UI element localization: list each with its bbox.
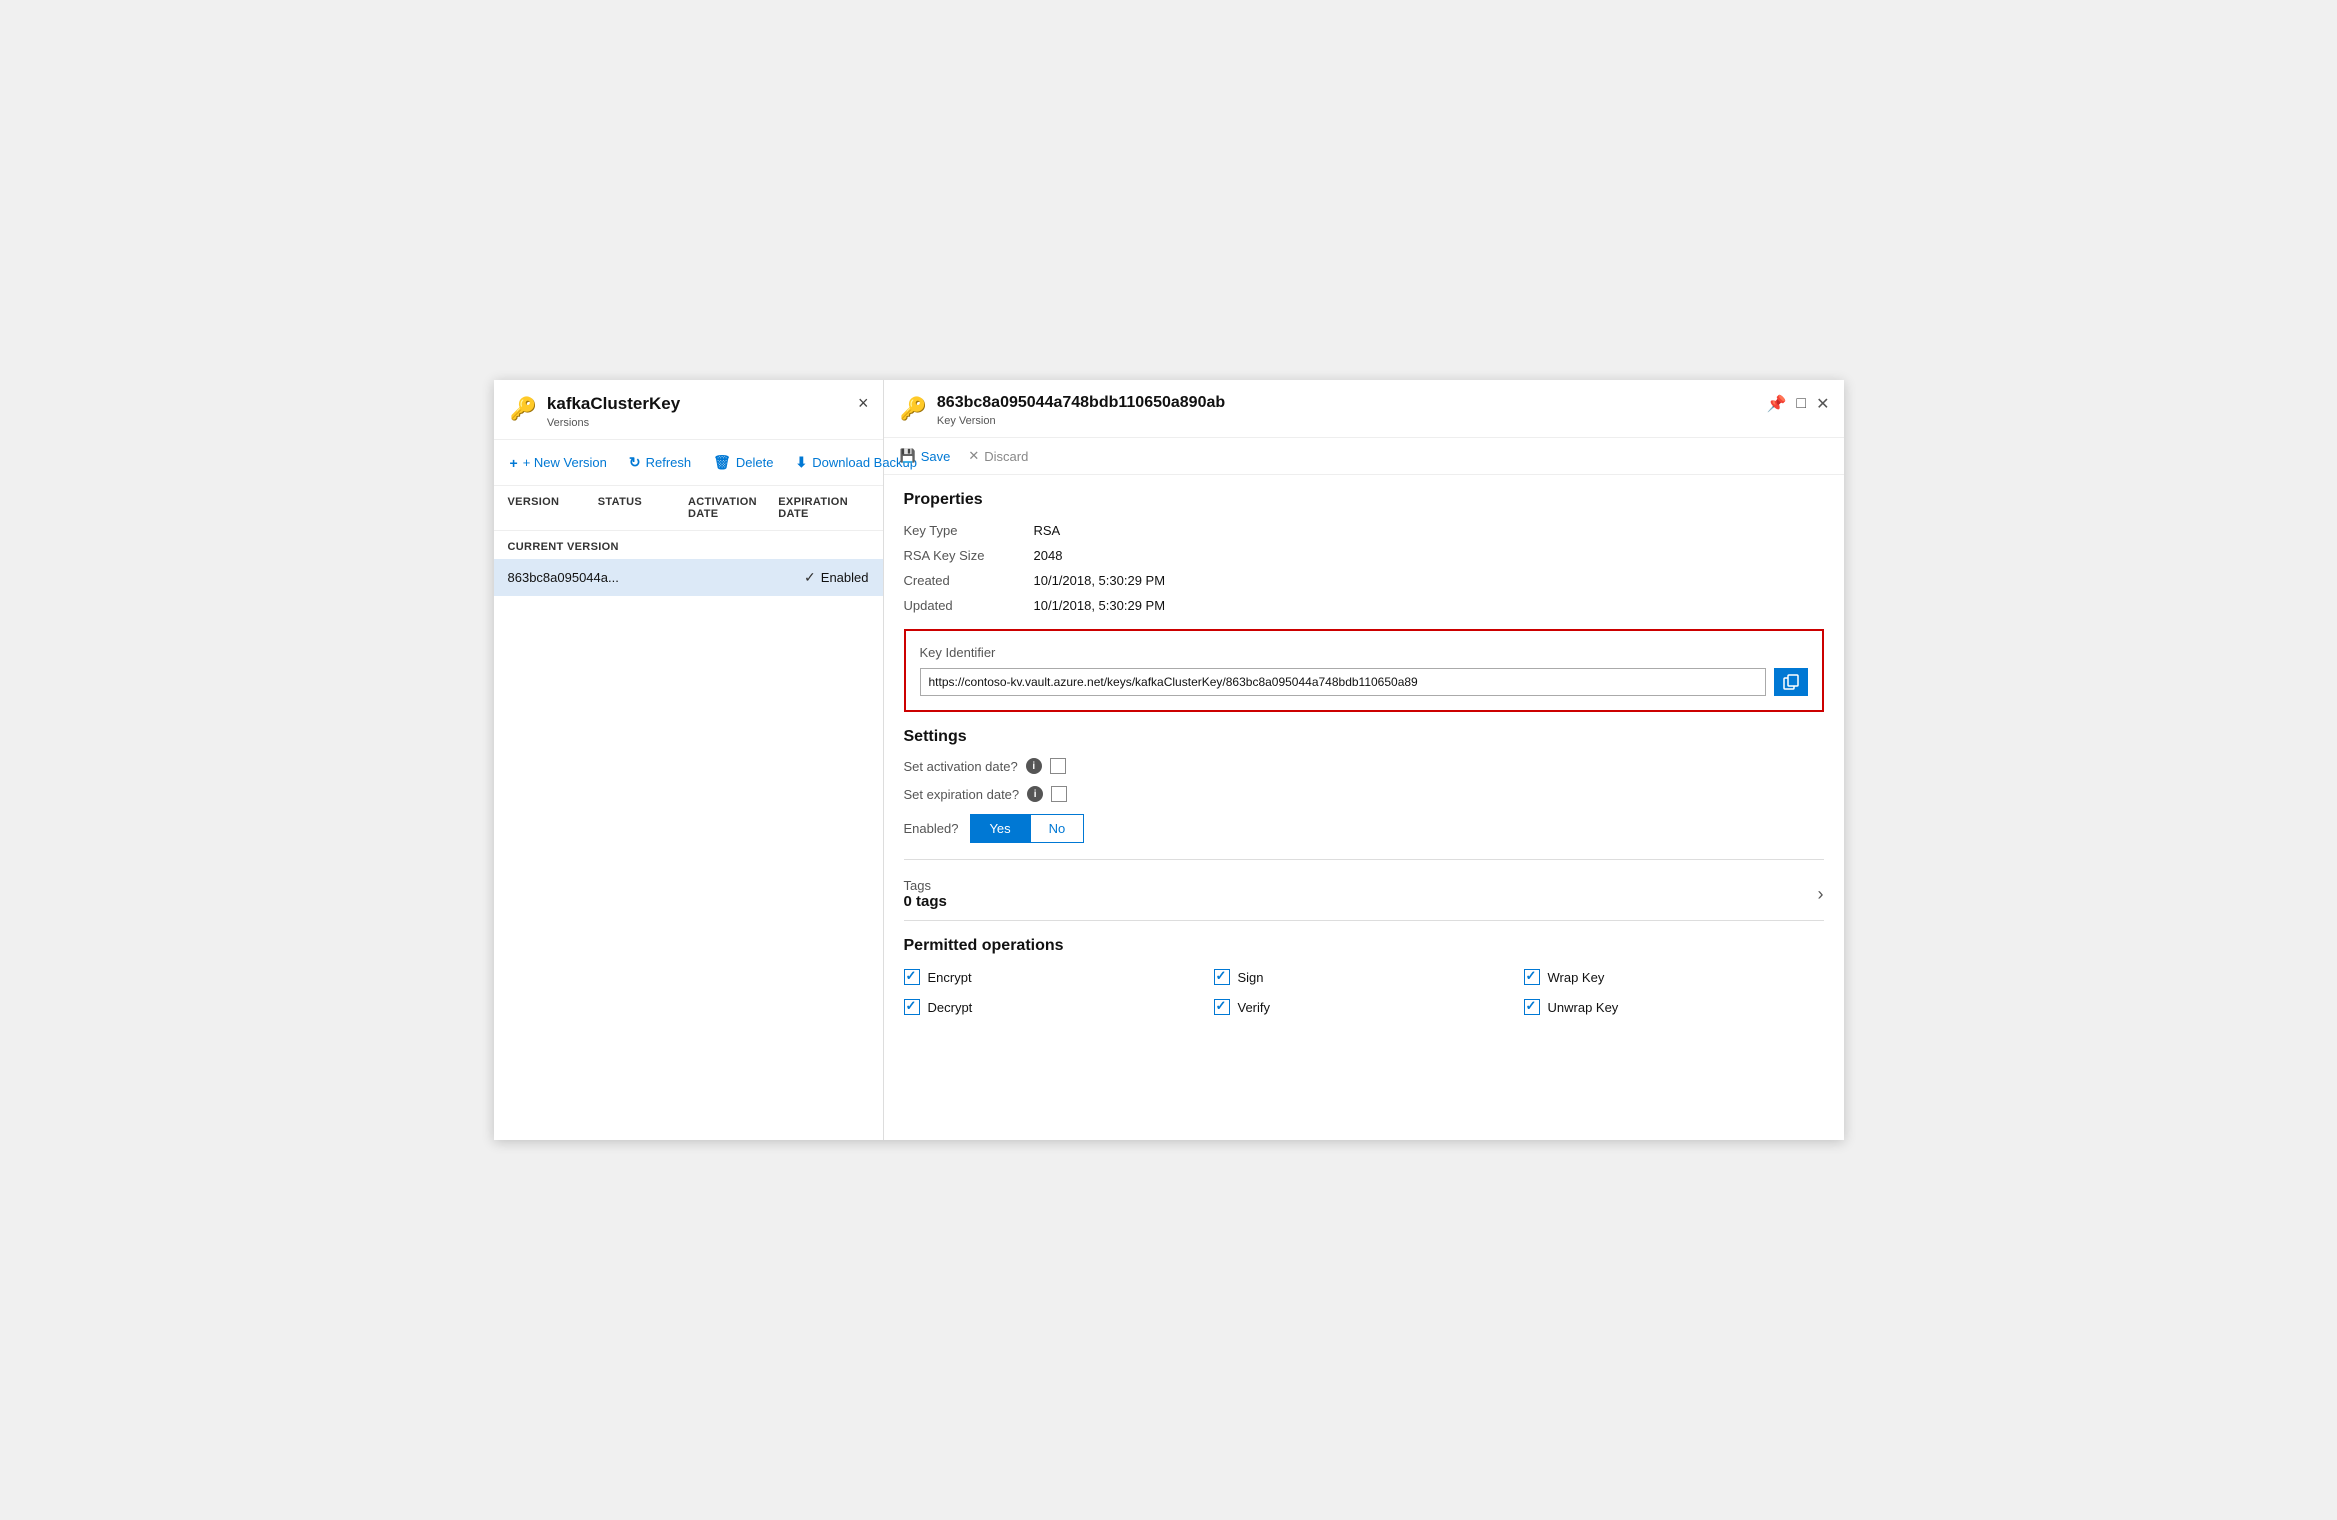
col-activation: ACTIVATION DATE <box>688 496 778 520</box>
divider-1 <box>904 859 1824 860</box>
key-icon-left: 🔑 <box>510 396 537 422</box>
tags-row[interactable]: Tags 0 tags › <box>904 868 1824 921</box>
new-version-button[interactable]: + + New Version <box>508 451 609 475</box>
discard-button[interactable]: ✕ Discard <box>968 448 1028 464</box>
checkmark-icon: ✓ <box>804 569 816 586</box>
copy-icon <box>1783 674 1799 690</box>
encrypt-checkbox[interactable] <box>904 969 920 985</box>
right-panel-subtitle: Key Version <box>937 415 996 427</box>
content-area: Properties Key Type RSA RSA Key Size 204… <box>884 475 1844 1140</box>
expiration-info-icon: i <box>1027 786 1043 802</box>
copy-button[interactable] <box>1774 668 1808 696</box>
wrap-key-checkbox[interactable] <box>1524 969 1540 985</box>
tags-count: 0 tags <box>904 893 947 910</box>
pin-button[interactable]: 📌 <box>1767 394 1787 414</box>
delete-button[interactable]: 🗑 Delete <box>711 450 775 475</box>
verify-label: Verify <box>1238 1000 1271 1015</box>
key-identifier-input[interactable] <box>920 668 1766 696</box>
activation-date-checkbox[interactable] <box>1050 758 1066 774</box>
key-version-status: ✓ Enabled <box>804 569 868 586</box>
expiration-date-checkbox[interactable] <box>1051 786 1067 802</box>
activation-date-row: Set activation date? i <box>904 758 1824 774</box>
download-icon: ⬇ <box>796 454 808 471</box>
sign-label: Sign <box>1238 970 1264 985</box>
op-sign: Sign <box>1214 969 1514 985</box>
key-version-row[interactable]: 863bc8a095044a... ✓ Enabled <box>494 559 883 596</box>
col-expiration: EXPIRATION DATE <box>778 496 868 520</box>
right-toolbar: 💾 Save ✕ Discard <box>884 438 1844 475</box>
key-identifier-input-row <box>920 668 1808 696</box>
maximize-button[interactable]: □ <box>1796 395 1806 413</box>
right-header-actions: 📌 □ ✕ <box>1767 394 1830 414</box>
prop-key-type: Key Type RSA <box>904 523 1824 538</box>
refresh-icon: ↻ <box>629 454 641 471</box>
tags-label: Tags <box>904 878 947 893</box>
unwrap-key-label: Unwrap Key <box>1548 1000 1619 1015</box>
left-toolbar: + + New Version ↻ Refresh 🗑 Delete ⬇ Dow… <box>494 440 883 486</box>
right-panel-close-button[interactable]: ✕ <box>1816 394 1829 414</box>
table-header: VERSION STATUS ACTIVATION DATE EXPIRATIO… <box>494 486 883 531</box>
op-unwrap-key: Unwrap Key <box>1524 999 1824 1015</box>
prop-rsa-key-size: RSA Key Size 2048 <box>904 548 1824 563</box>
enabled-toggle-group: Yes No <box>970 814 1084 843</box>
op-verify: Verify <box>1214 999 1514 1015</box>
prop-updated: Updated 10/1/2018, 5:30:29 PM <box>904 598 1824 613</box>
current-version-label: CURRENT VERSION <box>494 531 883 557</box>
permitted-ops-grid: Encrypt Sign Wrap Key Decrypt Verify <box>904 969 1824 1015</box>
sign-checkbox[interactable] <box>1214 969 1230 985</box>
decrypt-checkbox[interactable] <box>904 999 920 1015</box>
no-button[interactable]: No <box>1030 814 1085 843</box>
plus-icon: + <box>510 455 518 471</box>
op-wrap-key: Wrap Key <box>1524 969 1824 985</box>
key-identifier-label: Key Identifier <box>920 645 1808 660</box>
permitted-ops-title: Permitted operations <box>904 937 1824 955</box>
key-identifier-section: Key Identifier <box>904 629 1824 712</box>
expiration-date-row: Set expiration date? i <box>904 786 1824 802</box>
activation-info-icon: i <box>1026 758 1042 774</box>
key-icon-right: 🔑 <box>900 396 927 422</box>
left-panel: 🔑 kafkaClusterKey Versions × + + New Ver… <box>494 380 884 1140</box>
unwrap-key-checkbox[interactable] <box>1524 999 1540 1015</box>
col-version: VERSION <box>508 496 598 520</box>
key-version-id: 863bc8a095044a... <box>508 570 805 585</box>
settings-title: Settings <box>904 728 1824 746</box>
save-button[interactable]: 💾 Save <box>900 448 951 464</box>
verify-checkbox[interactable] <box>1214 999 1230 1015</box>
yes-button[interactable]: Yes <box>970 814 1029 843</box>
op-decrypt: Decrypt <box>904 999 1204 1015</box>
wrap-key-label: Wrap Key <box>1548 970 1605 985</box>
op-encrypt: Encrypt <box>904 969 1204 985</box>
left-panel-close-button[interactable]: × <box>858 394 869 412</box>
encrypt-label: Encrypt <box>928 970 972 985</box>
save-icon: 💾 <box>900 448 916 464</box>
refresh-button[interactable]: ↻ Refresh <box>627 450 693 475</box>
decrypt-label: Decrypt <box>928 1000 973 1015</box>
right-panel-header: 🔑 863bc8a095044a748bdb110650a890ab Key V… <box>884 380 1844 438</box>
col-status: STATUS <box>598 496 688 520</box>
trash-icon: 🗑 <box>713 454 731 471</box>
discard-icon: ✕ <box>968 448 979 464</box>
chevron-right-icon: › <box>1818 884 1824 905</box>
right-panel-title: 863bc8a095044a748bdb110650a890ab <box>937 394 1225 412</box>
left-panel-header: 🔑 kafkaClusterKey Versions × <box>494 380 883 440</box>
enabled-row: Enabled? Yes No <box>904 814 1824 843</box>
prop-created: Created 10/1/2018, 5:30:29 PM <box>904 573 1824 588</box>
left-panel-subtitle: Versions <box>547 417 589 429</box>
left-panel-title: kafkaClusterKey <box>547 394 680 414</box>
properties-title: Properties <box>904 491 1824 509</box>
right-panel: 🔑 863bc8a095044a748bdb110650a890ab Key V… <box>884 380 1844 1140</box>
